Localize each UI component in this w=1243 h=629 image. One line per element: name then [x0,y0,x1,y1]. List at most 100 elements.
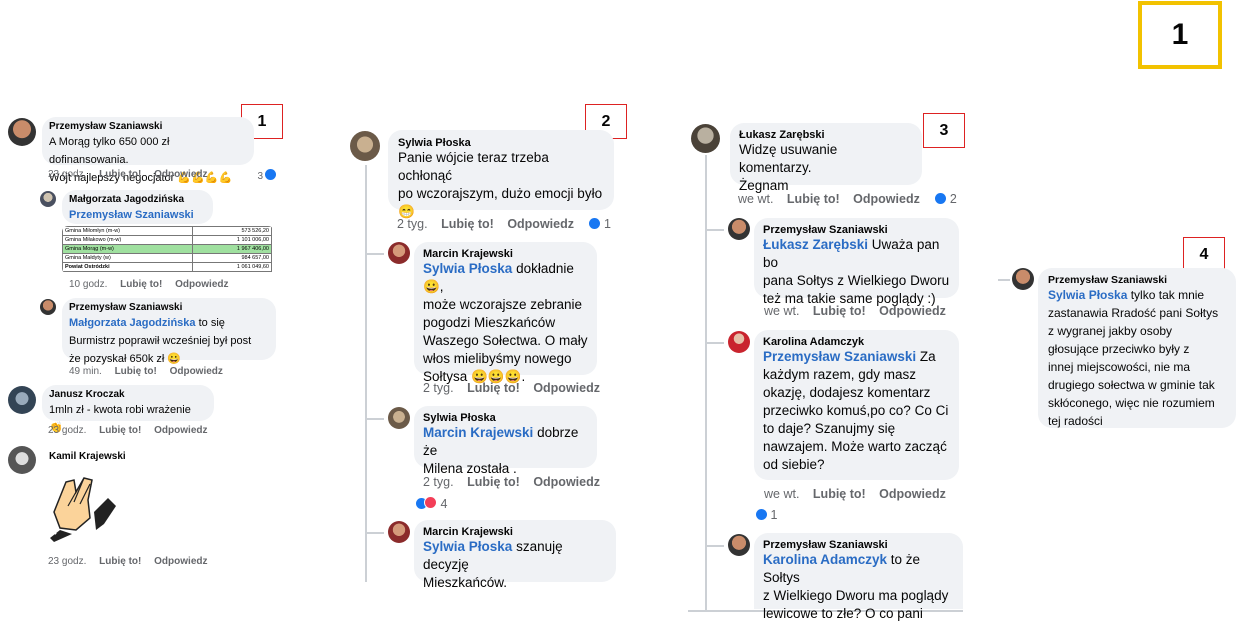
comment-time[interactable]: 23 godz. [48,556,86,567]
comment-author[interactable]: Marcin Krajewski [423,526,607,538]
reaction-count[interactable]: 3 [257,169,276,182]
avatar[interactable] [388,407,410,429]
like-button[interactable]: Lubię to! [787,192,840,206]
reply-button[interactable]: Odpowiedz [154,556,207,567]
comment-bubble: Przemysław Szaniawski A Morąg tylko 650 … [42,117,254,184]
comment-author[interactable]: Sylwia Płoska [423,412,588,424]
like-button[interactable]: Lubię to! [115,366,157,377]
avatar[interactable] [728,534,750,556]
comment-actions: 23 godz. Lubię to! Odpowiedz 3 [48,169,276,182]
reply-button[interactable]: Odpowiedz [175,279,228,290]
comment-bubble: Małgorzata Jagodzińska Przemysław Szania… [62,190,213,239]
reply-button[interactable]: Odpowiedz [879,487,946,501]
reaction-count[interactable]: 2 [933,192,957,206]
comment-author[interactable]: Małgorzata Jagodzińska [69,194,206,205]
comment-author[interactable]: Przemysław Szaniawski [763,224,950,236]
like-button[interactable]: Lubię to! [120,279,162,290]
comment-author[interactable]: Łukasz Zarębski [739,129,913,141]
reply-button[interactable]: Odpowiedz [170,366,223,377]
comment-author[interactable]: Sylwia Płoska [398,137,604,149]
comment-bubble: Przemysław Szaniawski Łukasz Zarębski Uw… [754,218,959,306]
comment-author[interactable]: Karolina Adamczyk [763,336,950,348]
comment-bubble: Janusz Kroczak 1mln zł - kwota robi wraż… [42,385,214,434]
thread-branch [366,532,384,534]
comment-author[interactable]: Przemysław Szaniawski [69,302,269,313]
reply-button[interactable]: Odpowiedz [533,475,600,489]
comment-author[interactable]: Przemysław Szaniawski [1048,274,1226,286]
mention-link[interactable]: Sylwia Płoska [423,539,512,554]
avatar[interactable] [8,446,36,474]
avatar[interactable] [8,118,36,146]
comment-actions: we wt. Lubię to! Odpowiedz 2 [738,192,957,206]
comment-actions: 23 godz. Lubię to! Odpowiedz [48,425,218,436]
comment-time[interactable]: 23 godz. [48,425,86,436]
mention-link[interactable]: Przemysław Szaniawski [763,349,916,364]
like-button[interactable]: Lubię to! [467,381,520,395]
avatar[interactable] [1012,268,1034,290]
comment-author[interactable]: Kamil Krajewski [49,451,126,462]
avatar[interactable] [388,242,410,264]
attached-table-image[interactable]: Gmina Miłomłyn (m-w) 573 526,20 Gmina Mił… [62,226,274,274]
reply-button[interactable]: Odpowiedz [879,304,946,318]
comment-panel-1: 1 Przemysław Szaniawski A Morąg tylko 65… [0,0,300,620]
comment-actions: 2 tyg. Lubię to! Odpowiedz 1 [397,217,611,231]
avatar[interactable] [728,331,750,353]
like-button[interactable]: Lubię to! [467,475,520,489]
mention-link[interactable]: Małgorzata Jagodzińska [69,317,196,329]
reply-button[interactable]: Odpowiedz [853,192,920,206]
comment-actions: 49 min. Lubię to! Odpowiedz [69,366,233,377]
avatar[interactable] [8,386,36,414]
panel-tag-4: 4 [1183,237,1225,272]
comment-author[interactable]: Przemysław Szaniawski [763,539,954,551]
comment-actions: 23 godz. Lubię to! Odpowiedz [48,556,218,567]
like-reaction-icon [756,509,767,520]
reply-button[interactable]: Odpowiedz [154,169,207,180]
comment-time[interactable]: we wt. [764,487,799,501]
reaction-count[interactable]: 1 [754,508,787,522]
clapping-hands-sticker[interactable] [46,472,122,544]
mention-link[interactable]: Łukasz Zarębski [763,237,868,252]
like-button[interactable]: Lubię to! [441,217,494,231]
avatar[interactable] [40,299,56,315]
comment-author[interactable]: Marcin Krajewski [423,248,588,260]
comment-time[interactable]: 10 godz. [69,279,107,290]
comment-bubble: Przemysław Szaniawski Karolina Adamczyk … [754,533,963,621]
avatar[interactable] [728,218,750,240]
like-reaction-icon [935,193,947,204]
comment-panel-4: 4 Przemysław Szaniawski Sylwia Płoska ty… [990,0,1243,620]
like-button[interactable]: Lubię to! [99,556,141,567]
mention-link[interactable]: Sylwia Płoska [1048,288,1127,302]
mention-link[interactable]: Sylwia Płoska [423,261,512,276]
like-button[interactable]: Lubię to! [99,169,141,180]
avatar[interactable] [388,521,410,543]
reply-button[interactable]: Odpowiedz [154,425,207,436]
reaction-count[interactable]: 1 [587,217,611,231]
reply-button[interactable]: Odpowiedz [533,381,600,395]
avatar[interactable] [350,131,380,161]
comment-time[interactable]: 23 godz. [48,169,86,180]
avatar[interactable] [40,191,56,207]
comment-time[interactable]: 49 min. [69,366,102,377]
like-button[interactable]: Lubię to! [813,487,866,501]
mention-link[interactable]: Przemysław Szaniawski [69,209,194,221]
mention-link[interactable]: Karolina Adamczyk [763,552,887,567]
comment-time[interactable]: we wt. [764,304,799,318]
comment-actions: we wt. Lubię to! Odpowiedz [764,304,956,318]
thread-line [365,165,367,582]
like-button[interactable]: Lubię to! [99,425,141,436]
comment-time[interactable]: 2 tyg. [423,381,454,395]
clapping-hands-icon [47,477,116,542]
comment-bubble: Sylwia Płoska Panie wójcie teraz trzeba … [388,130,614,219]
avatar[interactable] [691,124,720,153]
reply-button[interactable]: Odpowiedz [507,217,574,231]
comment-author[interactable]: Przemysław Szaniawski [49,121,247,132]
reaction-count[interactable]: 4 [414,496,457,511]
comment-bubble: Przemysław Szaniawski Małgorzata Jagodzi… [62,298,276,365]
like-button[interactable]: Lubię to! [813,304,866,318]
comment-time[interactable]: 2 tyg. [423,475,454,489]
comment-time[interactable]: 2 tyg. [397,217,428,231]
like-reaction-icon [265,169,276,180]
mention-link[interactable]: Marcin Krajewski [423,425,533,440]
comment-author[interactable]: Janusz Kroczak [49,389,207,400]
comment-time[interactable]: we wt. [738,192,773,206]
